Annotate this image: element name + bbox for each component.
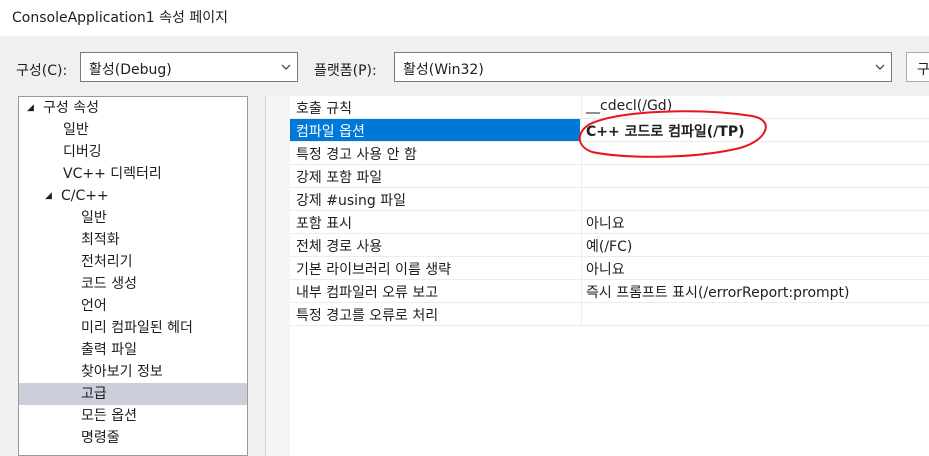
- property-row[interactable]: 기본 라이브러리 이름 생략 아니요: [290, 257, 929, 280]
- tree-item-label: 코드 생성: [81, 276, 137, 292]
- property-row[interactable]: 특정 경고 사용 안 함: [290, 142, 929, 165]
- configuration-value: 활성(Debug): [89, 62, 172, 78]
- property-row[interactable]: 특정 경고를 오류로 처리: [290, 303, 929, 326]
- tree-item-label: 최적화: [81, 232, 120, 248]
- tree-item-label: 모든 옵션: [81, 408, 137, 424]
- property-name: 전체 경로 사용: [296, 239, 383, 255]
- property-row[interactable]: 포함 표시 아니요: [290, 211, 929, 234]
- property-grid: 호출 규칙 __cdecl(/Gd) 컴파일 옵션 C++ 코드로 컴파일(/T…: [265, 96, 929, 456]
- property-value[interactable]: [581, 142, 929, 164]
- window-title: ConsoleApplication1 속성 페이지: [0, 0, 929, 36]
- tree-item-optimization[interactable]: 최적화: [19, 229, 247, 251]
- platform-combobox[interactable]: 활성(Win32): [394, 52, 892, 82]
- configuration-bar: 구성(C): 활성(Debug) 플랫폼(P): 활성(Win32) 구: [0, 52, 929, 84]
- property-name: 강제 #using 파일: [296, 193, 406, 209]
- property-row[interactable]: 내부 컴파일러 오류 보고 즉시 프롬프트 표시(/errorReport:pr…: [290, 280, 929, 303]
- property-name: 포함 표시: [296, 216, 352, 232]
- grid-gutter: [266, 96, 290, 456]
- tree-item-label: 일반: [63, 122, 89, 138]
- platform-label: 플랫폼(P):: [314, 63, 377, 79]
- expand-triangle-icon[interactable]: ◢: [27, 97, 34, 119]
- tree-item-label: 명령줄: [81, 430, 120, 446]
- property-name: 강제 포함 파일: [296, 170, 383, 186]
- property-tree: ◢ 구성 속성 일반 디버깅 VC++ 디렉터리 ◢ C/C++ 일반 최적화 …: [18, 96, 248, 456]
- tree-item-vc-directories[interactable]: VC++ 디렉터리: [19, 163, 247, 185]
- tree-item-output-files[interactable]: 출력 파일: [19, 339, 247, 361]
- property-value[interactable]: [581, 188, 929, 210]
- property-name: 특정 경고를 오류로 처리: [296, 308, 439, 324]
- tree-item-label: 전처리기: [81, 254, 133, 270]
- property-row[interactable]: 전체 경로 사용 예(/FC): [290, 234, 929, 257]
- configuration-combobox[interactable]: 활성(Debug): [80, 52, 298, 82]
- property-value[interactable]: 아니요: [581, 211, 929, 233]
- property-row[interactable]: 호출 규칙 __cdecl(/Gd): [290, 96, 929, 119]
- tree-item-label: 디버깅: [63, 144, 102, 160]
- tree-item-label: 구성 속성: [43, 100, 99, 116]
- tree-item-advanced[interactable]: 고급: [19, 383, 247, 405]
- property-name: 특정 경고 사용 안 함: [296, 147, 417, 163]
- tree-item-general[interactable]: 일반: [19, 119, 247, 141]
- property-value[interactable]: [581, 165, 929, 187]
- platform-value: 활성(Win32): [403, 62, 484, 78]
- property-name: 내부 컴파일러 오류 보고: [296, 285, 439, 301]
- tree-item-debugging[interactable]: 디버깅: [19, 141, 247, 163]
- tree-item-label: 언어: [81, 298, 107, 314]
- property-row[interactable]: 강제 #using 파일: [290, 188, 929, 211]
- configuration-manager-button[interactable]: 구: [906, 52, 929, 82]
- tree-item-code-generation[interactable]: 코드 생성: [19, 273, 247, 295]
- property-row[interactable]: 강제 포함 파일: [290, 165, 929, 188]
- chevron-down-icon: [281, 64, 291, 70]
- chevron-down-icon: [875, 64, 885, 70]
- property-name: 컴파일 옵션: [290, 119, 580, 141]
- tree-item-label: VC++ 디렉터리: [63, 166, 162, 182]
- property-value[interactable]: [581, 303, 929, 325]
- property-value[interactable]: 예(/FC): [581, 234, 929, 256]
- tree-item-label: 찾아보기 정보: [81, 364, 163, 380]
- tree-item-precompiled-headers[interactable]: 미리 컴파일된 헤더: [19, 317, 247, 339]
- property-value[interactable]: __cdecl(/Gd): [581, 96, 929, 118]
- property-name: 기본 라이브러리 이름 생략: [296, 262, 452, 278]
- tree-item-language[interactable]: 언어: [19, 295, 247, 317]
- tree-item-label: 미리 컴파일된 헤더: [81, 320, 193, 336]
- tree-item-c-cpp[interactable]: ◢ C/C++: [19, 185, 247, 207]
- tree-item-all-options[interactable]: 모든 옵션: [19, 405, 247, 427]
- tree-item-preprocessor[interactable]: 전처리기: [19, 251, 247, 273]
- property-value[interactable]: 즉시 프롬프트 표시(/errorReport:prompt): [581, 280, 929, 302]
- tree-item-command-line[interactable]: 명령줄: [19, 427, 247, 449]
- tree-item-label: C/C++: [61, 188, 109, 204]
- expand-triangle-icon[interactable]: ◢: [45, 185, 52, 207]
- property-value[interactable]: C++ 코드로 컴파일(/TP): [581, 119, 929, 141]
- configuration-label: 구성(C):: [16, 63, 68, 79]
- tree-item-browse-information[interactable]: 찾아보기 정보: [19, 361, 247, 383]
- tree-item-label: 고급: [81, 386, 107, 402]
- property-value[interactable]: 아니요: [581, 257, 929, 279]
- tree-item-cpp-general[interactable]: 일반: [19, 207, 247, 229]
- tree-item-config-properties[interactable]: ◢ 구성 속성: [19, 97, 247, 119]
- property-row[interactable]: 컴파일 옵션 C++ 코드로 컴파일(/TP): [290, 119, 929, 142]
- property-name: 호출 규칙: [296, 101, 352, 117]
- tree-item-label: 일반: [81, 210, 107, 226]
- tree-item-label: 출력 파일: [81, 342, 137, 358]
